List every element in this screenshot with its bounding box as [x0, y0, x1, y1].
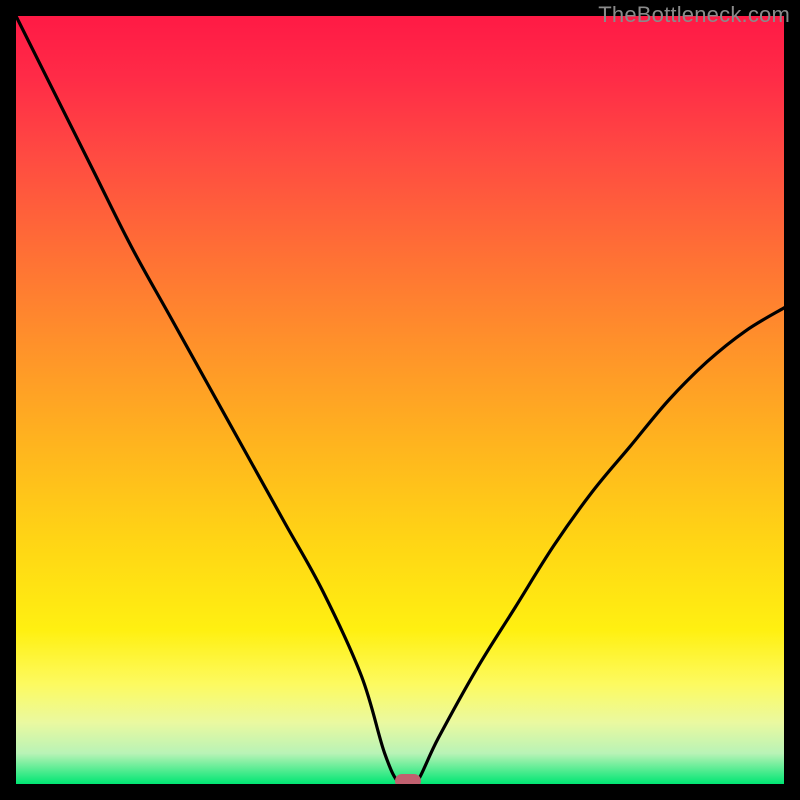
watermark-text: TheBottleneck.com [598, 2, 790, 28]
curve-layer [16, 16, 784, 784]
optimal-point-marker [395, 774, 421, 784]
bottleneck-curve [16, 16, 784, 784]
plot-area [16, 16, 784, 784]
chart-frame: TheBottleneck.com [0, 0, 800, 800]
